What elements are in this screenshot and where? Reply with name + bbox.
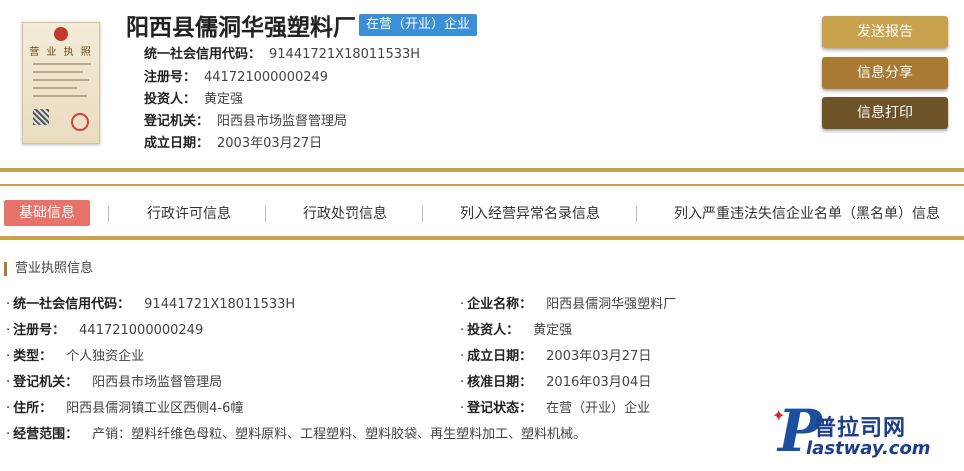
field-label: 登记状态： [467,401,533,416]
license-thumbnail-title: 营 业 执 照 [29,47,93,58]
company-name: 阳西县儒洞华强塑料厂 [126,15,356,41]
header-info-label: 成立日期： [144,136,210,151]
watermark-en-text: lastway.com [806,438,931,459]
tab-separator [265,206,266,222]
bullet-dot: · [6,427,11,442]
header-info-value: 阳西县市场监督管理局 [217,114,348,129]
field-investor: · 投资人： 黄定强 [460,319,572,338]
header-info-authority: 登记机关： 阳西县市场监督管理局 [144,110,347,129]
field-business-scope: · 经营范围： 产销：塑料纤维色母粒、塑料原料、工程塑料、塑料胶袋、再生塑料加工、塑… [6,423,586,442]
bullet-dot: · [460,349,465,364]
field-approval-date: · 核准日期： 2016年03月04日 [460,371,651,390]
header-info-value: 91441721X18011533H [269,47,421,62]
official-seal-icon [71,113,89,131]
qr-code-icon [33,109,49,125]
header-info-founded: 成立日期： 2003年03月27日 [144,132,322,151]
bullet-dot: · [6,349,11,364]
tab-abnormal-list[interactable]: 列入经营异常名录信息 [460,202,600,226]
tab-bar: 基础信息 行政许可信息 行政处罚信息 列入经营异常名录信息 列入严重违法失信企业… [0,198,964,230]
header-info-investor: 投资人： 黄定强 [144,88,243,107]
header-info-value: 441721000000249 [204,70,329,85]
section-title: 营业执照信息 [4,262,93,276]
send-report-button[interactable]: 发送报告 [822,16,948,48]
header-info-label: 注册号： [144,70,197,85]
field-address: · 住所： 阳西县儒洞镇工业区西侧4-6幢 [6,397,243,416]
field-authority: · 登记机关： 阳西县市场监督管理局 [6,371,222,390]
field-value: 产销：塑料纤维色母粒、塑料原料、工程塑料、塑料胶袋、再生塑料加工、塑料机械。 [92,427,587,442]
field-label: 成立日期： [467,349,533,364]
share-info-button[interactable]: 信息分享 [822,57,948,89]
license-text-line [33,63,91,65]
field-credit-code: · 统一社会信用代码： 91441721X18011533H [6,293,295,312]
header-info-credit-code: 统一社会信用代码： 91441721X18011533H [144,43,420,62]
header-info-label: 登记机关： [144,114,210,129]
field-value: 2003年03月27日 [546,349,652,364]
tab-separator [636,206,637,222]
bullet-dot: · [460,401,465,416]
field-value: 阳西县儒洞华强塑料厂 [546,297,677,312]
header-info-label: 统一社会信用代码： [144,47,262,62]
field-label: 投资人： [467,323,520,338]
field-value: 在营（开业）企业 [546,401,651,416]
field-value: 2016年03月04日 [546,375,652,390]
field-registration-status: · 登记状态： 在营（开业）企业 [460,397,650,416]
field-value: 91441721X18011533H [144,297,296,312]
field-label: 统一社会信用代码： [13,297,131,312]
bullet-dot: · [460,297,465,312]
tab-admin-license[interactable]: 行政许可信息 [147,202,231,226]
tab-admin-penalty[interactable]: 行政处罚信息 [303,202,387,226]
field-company-name: · 企业名称： 阳西县儒洞华强塑料厂 [460,293,676,312]
field-value: 阳西县儒洞镇工业区西侧4-6幢 [66,401,244,416]
divider [0,236,964,240]
bullet-dot: · [6,297,11,312]
field-value: 黄定强 [533,323,573,338]
bullet-dot: · [460,375,465,390]
field-label: 注册号： [13,323,66,338]
tab-separator [108,206,109,222]
header-info-reg-number: 注册号： 441721000000249 [144,66,328,85]
field-value: 个人独资企业 [66,349,145,364]
business-license-thumbnail[interactable]: 营 业 执 照 [22,22,100,144]
bullet-dot: · [460,323,465,338]
bullet-dot: · [6,375,11,390]
tab-basic-info[interactable]: 基础信息 [4,200,90,226]
field-label: 住所： [13,401,53,416]
field-label: 核准日期： [467,375,533,390]
tab-blacklist[interactable]: 列入严重违法失信企业名单（黑名单）信息 [674,202,940,226]
field-label: 类型： [13,349,53,364]
header-info-value: 黄定强 [204,92,244,107]
field-founded-date: · 成立日期： 2003年03月27日 [460,345,651,364]
field-label: 经营范围： [13,427,79,442]
divider [0,184,964,186]
site-watermark-logo: ✦ P 普拉司网 lastway.com [762,400,962,468]
tab-separator [422,206,423,222]
license-text-line [33,71,83,73]
header-info-label: 投资人： [144,92,197,107]
status-badge: 在营（开业）企业 [359,14,478,36]
license-text-line [33,79,89,81]
bullet-dot: · [6,401,11,416]
field-label: 登记机关： [13,375,79,390]
license-text-line [33,95,87,97]
license-text-line [33,87,77,89]
field-value: 阳西县市场监督管理局 [92,375,223,390]
divider [0,168,964,172]
field-label: 企业名称： [467,297,533,312]
field-reg-number: · 注册号： 441721000000249 [6,319,203,338]
bullet-dot: · [6,323,11,338]
field-type: · 类型： 个人独资企业 [6,345,144,364]
header-info-value: 2003年03月27日 [217,136,323,151]
print-info-button[interactable]: 信息打印 [822,97,948,129]
national-emblem-icon [54,27,68,41]
field-value: 441721000000249 [79,323,204,338]
